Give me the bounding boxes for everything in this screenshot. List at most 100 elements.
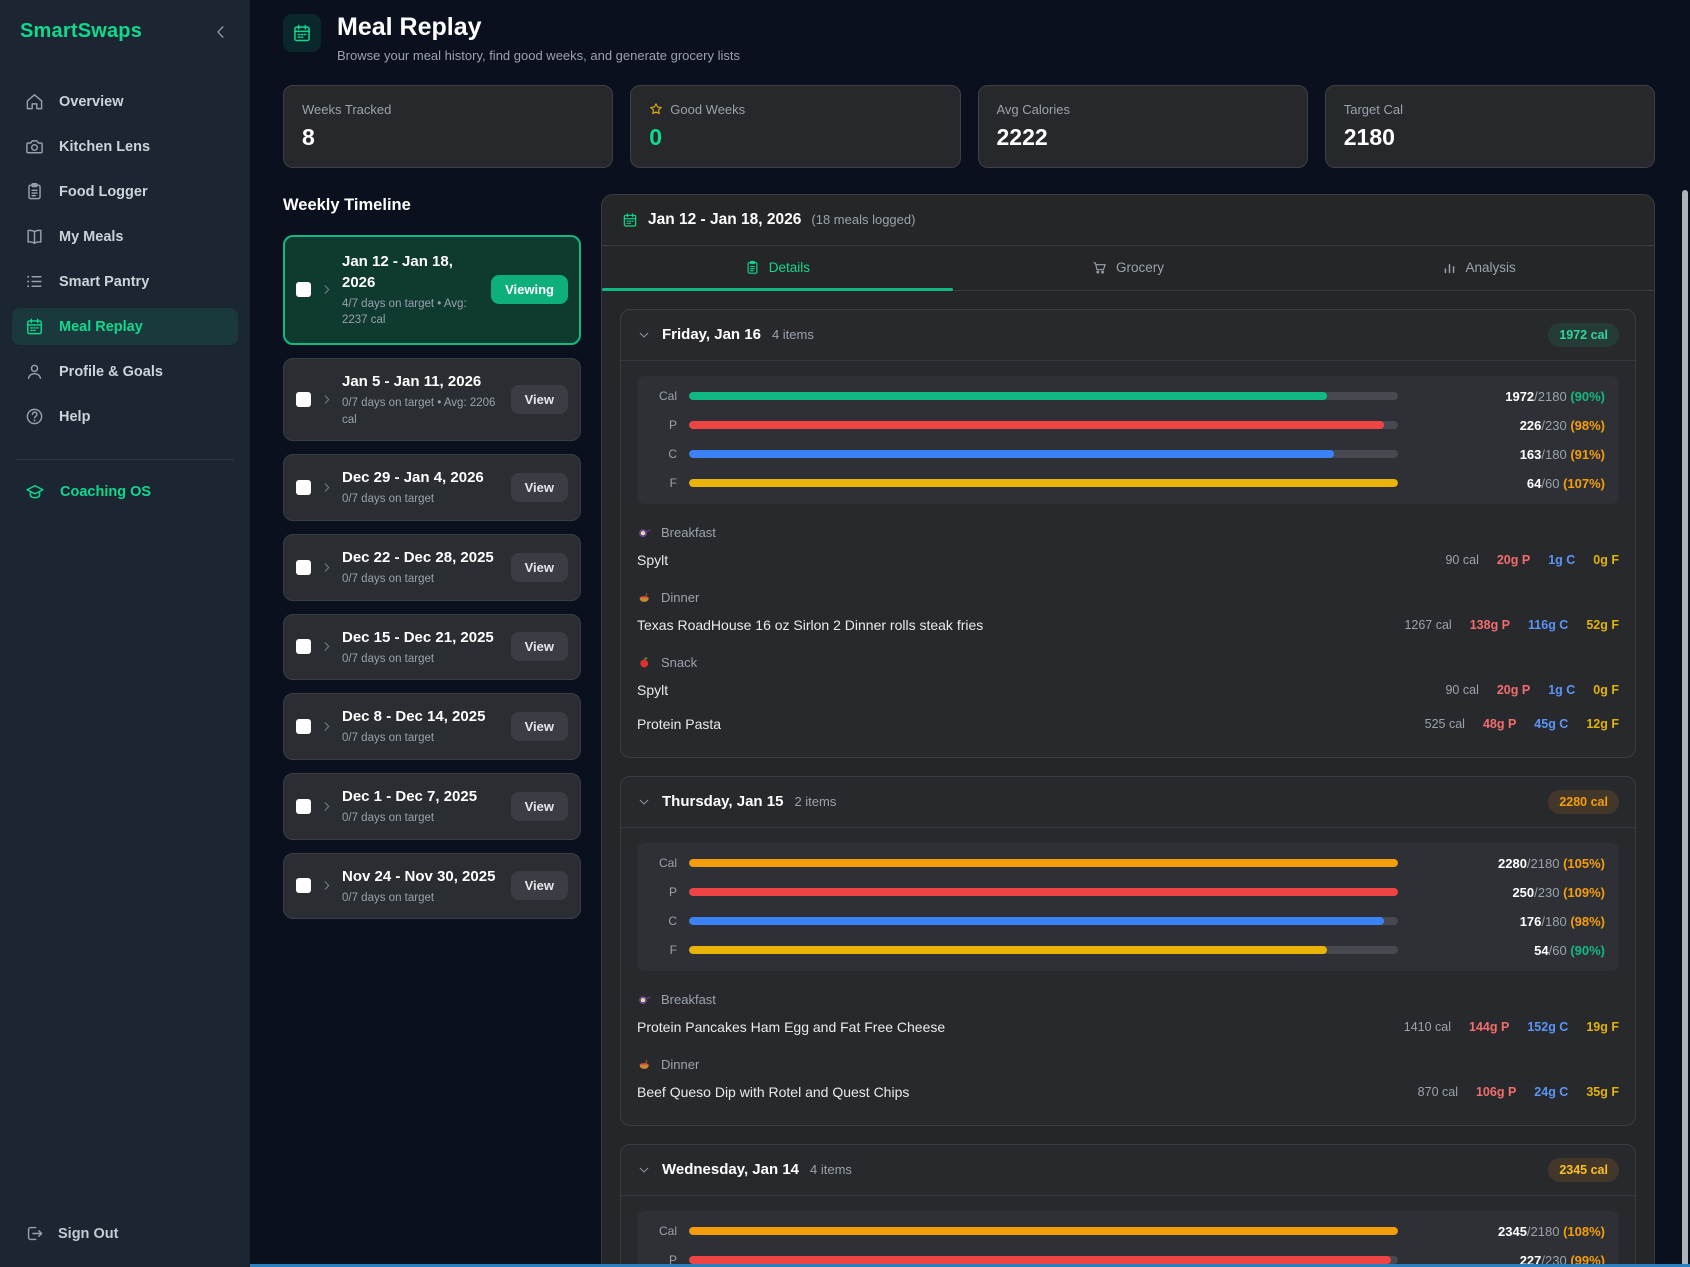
- home-icon: [25, 92, 44, 111]
- day-header[interactable]: Thursday, Jan 15 2 items 2280 cal: [621, 777, 1635, 828]
- macro-bar-track: [689, 888, 1398, 896]
- tab-details[interactable]: Details: [602, 246, 953, 291]
- view-button[interactable]: View: [510, 473, 568, 503]
- view-button[interactable]: View: [510, 385, 568, 415]
- week-meta: 0/7 days on target • Avg: 2206 cal: [342, 396, 496, 426]
- page-subtitle: Browse your meal history, find good week…: [337, 47, 740, 63]
- meal-group-label: Breakfast: [661, 524, 716, 540]
- macro-value: 250/230 (109%): [1512, 884, 1605, 900]
- week-checkbox[interactable]: [296, 719, 311, 735]
- week-meta: 0/7 days on target: [342, 732, 435, 745]
- meal-fat: 12g F: [1586, 716, 1619, 731]
- macro-value: 2345/2180 (108%): [1498, 1223, 1605, 1239]
- day-items-count: 2 items: [794, 794, 837, 809]
- macro-bar-fill: [689, 888, 1398, 896]
- macro-summary: Cal 2280/2180 (105%) P 250/230 (109%) C 176/1…: [637, 842, 1619, 971]
- chevron-right-icon: [320, 720, 333, 733]
- vertical-scrollbar[interactable]: [1682, 190, 1688, 1267]
- calendar-icon: [622, 212, 638, 228]
- week-card[interactable]: Jan 5 - Jan 11, 2026 0/7 days on target •…: [283, 357, 581, 442]
- book-icon: [25, 227, 44, 246]
- week-range: Dec 1 - Dec 7, 2025: [342, 787, 478, 805]
- meal-group-dinner: Dinner: [637, 1057, 1619, 1072]
- macro-row-p: P 226/230 (98%): [651, 418, 1605, 433]
- macro-bar-fill: [689, 421, 1384, 429]
- frying-pan-icon: [637, 525, 652, 540]
- macro-bar-fill: [689, 1256, 1391, 1264]
- sidebar-collapse-button[interactable]: [212, 23, 230, 41]
- week-range: Dec 22 - Dec 28, 2025: [342, 548, 494, 566]
- week-checkbox[interactable]: [296, 559, 311, 575]
- chevron-down-icon: [637, 1163, 651, 1177]
- day-calories-badge: 2280 cal: [1548, 789, 1619, 814]
- main-content: Meal Replay Browse your meal history, fi…: [250, 0, 1690, 1267]
- page-header-text: Meal Replay Browse your meal history, fi…: [337, 13, 740, 63]
- macro-value: 163/180 (91%): [1519, 446, 1605, 462]
- sidebar-item-help[interactable]: Help: [12, 398, 238, 435]
- help-icon: [25, 407, 44, 426]
- week-card[interactable]: Dec 22 - Dec 28, 2025 0/7 days on target V…: [283, 533, 581, 601]
- week-panel-body: Friday, Jan 16 4 items 1972 cal Cal 1972/218…: [602, 291, 1654, 1267]
- tab-label: Grocery: [1116, 259, 1165, 275]
- sidebar-item-smart-pantry[interactable]: Smart Pantry: [12, 263, 238, 300]
- day-calories-badge: 1972 cal: [1548, 322, 1619, 347]
- meal-carbs: 1g C: [1548, 552, 1576, 567]
- camera-icon: [25, 137, 44, 156]
- view-button[interactable]: View: [510, 632, 568, 662]
- week-card[interactable]: Dec 15 - Dec 21, 2025 0/7 days on target V…: [283, 613, 581, 681]
- meal-calories: 525 cal: [1424, 716, 1465, 731]
- week-checkbox[interactable]: [296, 878, 311, 894]
- meal-name: Protein Pancakes Ham Egg and Fat Free Ch…: [637, 1018, 946, 1035]
- sidebar-item-my-meals[interactable]: My Meals: [12, 218, 238, 255]
- day-header[interactable]: Friday, Jan 16 4 items 1972 cal: [621, 310, 1635, 361]
- timeline-list: Jan 12 - Jan 18, 2026 4/7 days on target …: [283, 234, 581, 920]
- sidebar-item-profile-goals[interactable]: Profile & Goals: [12, 353, 238, 390]
- sidebar-item-meal-replay[interactable]: Meal Replay: [12, 308, 238, 345]
- chevron-right-icon: [320, 393, 333, 406]
- macro-bar-fill: [689, 479, 1398, 487]
- view-button[interactable]: View: [510, 791, 568, 821]
- sidebar-item-kitchen-lens[interactable]: Kitchen Lens: [12, 128, 238, 165]
- meal-groups: Breakfast Protein Pancakes Ham Egg and Fa…: [621, 975, 1635, 1125]
- meal-row: Spylt 90 cal 20g P 1g C 0g F: [637, 543, 1619, 577]
- sidebar-item-coaching-os[interactable]: Coaching OS: [12, 476, 238, 508]
- viewing-button[interactable]: Viewing: [491, 275, 568, 305]
- week-card[interactable]: Dec 29 - Jan 4, 2026 0/7 days on target Vi…: [283, 454, 581, 521]
- sidebar-divider: [16, 459, 234, 460]
- macro-row-p: P 250/230 (109%): [651, 885, 1605, 900]
- stat-label-text: Avg Calories: [996, 101, 1070, 117]
- macro-bar-fill: [689, 859, 1398, 867]
- view-button[interactable]: View: [510, 552, 568, 582]
- week-checkbox[interactable]: [296, 798, 311, 814]
- stat-value: 8: [302, 123, 315, 150]
- view-button[interactable]: View: [510, 871, 568, 901]
- view-button[interactable]: View: [510, 712, 568, 742]
- week-card[interactable]: Nov 24 - Nov 30, 2025 0/7 days on target V…: [283, 852, 581, 920]
- chevron-right-icon: [320, 283, 333, 296]
- meal-protein: 144g P: [1469, 1019, 1510, 1034]
- macro-bar-fill: [689, 1227, 1398, 1235]
- week-checkbox[interactable]: [296, 480, 311, 496]
- tab-grocery[interactable]: Grocery: [953, 246, 1304, 290]
- meal-protein: 138g P: [1469, 617, 1511, 632]
- day-card-wednesday-jan-14: Wednesday, Jan 14 4 items 2345 cal Cal 2345/…: [620, 1143, 1636, 1267]
- macro-label: Cal: [658, 389, 677, 403]
- week-card[interactable]: Dec 1 - Dec 7, 2025 0/7 days on target Vie…: [283, 772, 581, 840]
- week-checkbox[interactable]: [296, 639, 311, 655]
- apple-icon: [637, 655, 652, 670]
- week-card[interactable]: Jan 12 - Jan 18, 2026 4/7 days on target …: [283, 234, 581, 345]
- sidebar-item-overview[interactable]: Overview: [12, 83, 238, 120]
- meal-fat: 0g F: [1593, 682, 1619, 697]
- stat-label: Weeks Tracked: [302, 102, 594, 117]
- week-card[interactable]: Dec 8 - Dec 14, 2025 0/7 days on target Vi…: [283, 693, 581, 760]
- macro-value: 1972/2180 (90%): [1505, 388, 1605, 404]
- week-checkbox[interactable]: [296, 282, 311, 298]
- stat-card-target-cal: Target Cal 2180: [1324, 84, 1655, 168]
- tab-analysis[interactable]: Analysis: [1303, 246, 1654, 290]
- sidebar-item-food-logger[interactable]: Food Logger: [12, 173, 238, 210]
- day-header[interactable]: Wednesday, Jan 14 4 items 2345 cal: [621, 1145, 1635, 1196]
- week-checkbox[interactable]: [296, 392, 311, 408]
- meal-carbs: 24g C: [1534, 1084, 1569, 1099]
- sign-out-button[interactable]: Sign Out: [12, 1216, 238, 1251]
